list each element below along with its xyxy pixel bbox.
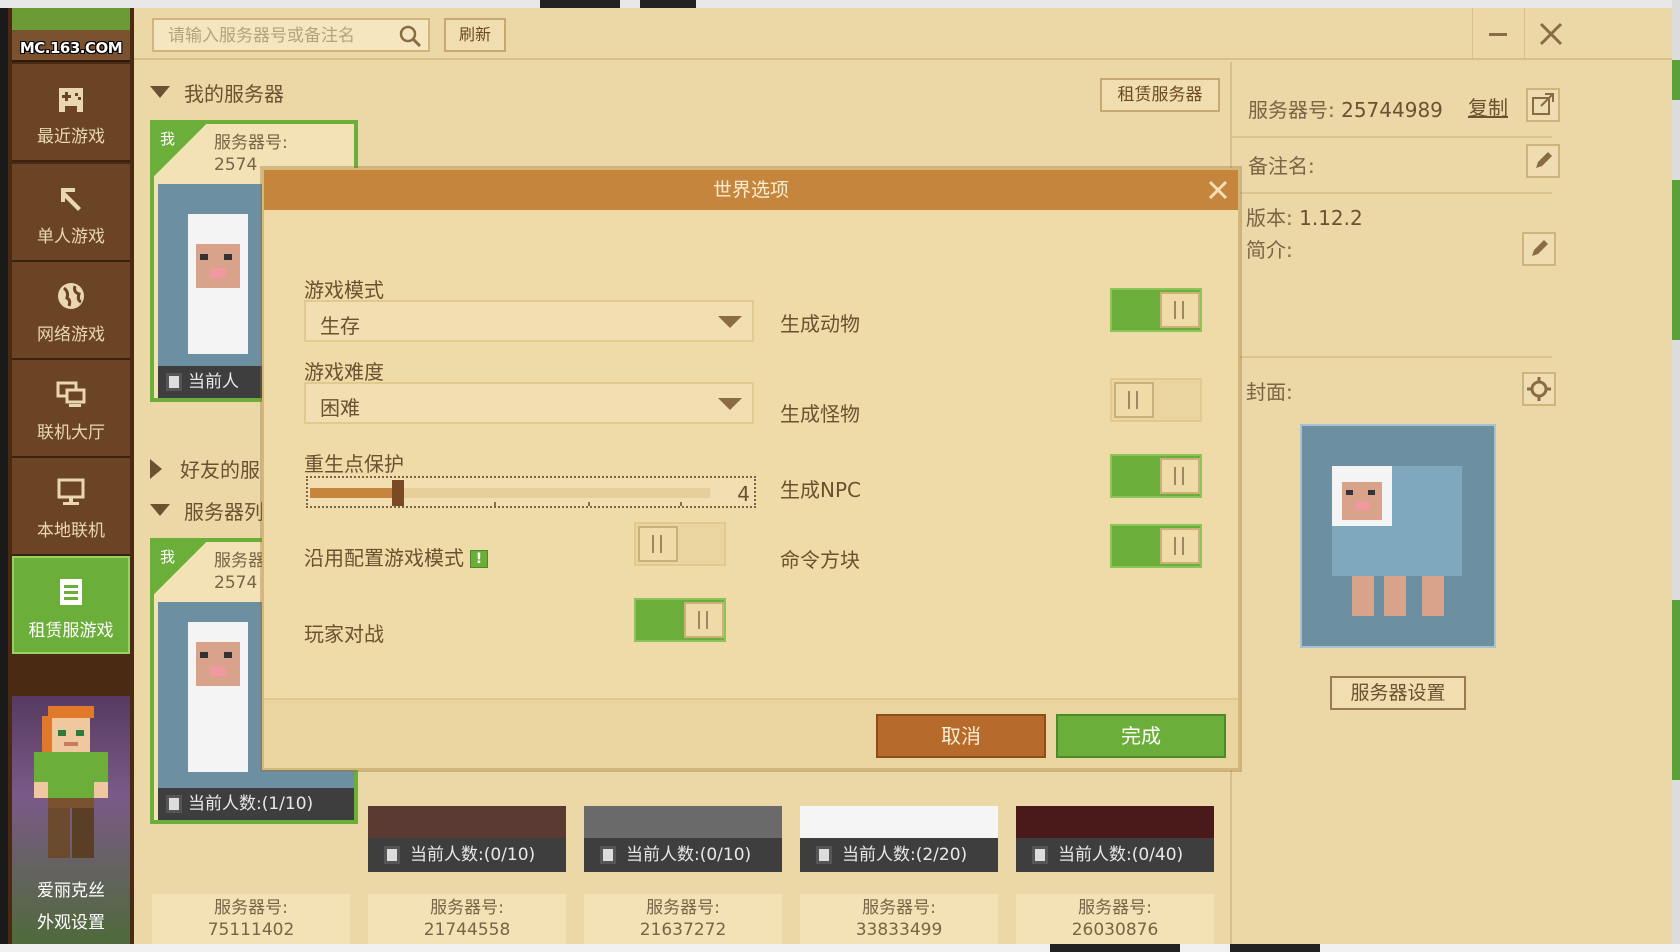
desktop-top-strip: [0, 0, 1680, 8]
spawn-animals-label: 生成动物: [780, 312, 860, 336]
toggle-knob: [1114, 382, 1154, 418]
toggle-knob: [638, 526, 678, 562]
desktop-bottom-strip: [0, 944, 1680, 952]
spawn-protection-slider[interactable]: 4: [306, 476, 756, 508]
use-config-mode-text: 沿用配置游戏模式: [304, 546, 464, 570]
slider-handle[interactable]: [392, 480, 404, 506]
slider-tick: [680, 502, 682, 506]
dialog-footer: 取消 完成: [264, 698, 1238, 768]
use-config-mode-toggle[interactable]: [634, 522, 726, 566]
dialog-header: 世界选项: [264, 170, 1238, 210]
difficulty-select[interactable]: 困难: [304, 382, 754, 424]
app-window: MC.163.COM 最近游戏 单人游戏 网络游戏 联机大厅 本地联机 租赁服游…: [8, 8, 1672, 944]
difficulty-label: 游戏难度: [304, 360, 384, 384]
world-options-dialog: 世界选项 游戏模式 生存 游戏难度 困难 重生点保护 4 沿用配置游戏模式 ! …: [262, 168, 1240, 770]
game-mode-select[interactable]: 生存: [304, 300, 754, 342]
pvp-toggle[interactable]: [634, 598, 726, 642]
use-config-mode-label: 沿用配置游戏模式!: [304, 542, 488, 571]
slider-tick: [494, 502, 496, 506]
spawn-protection-label: 重生点保护: [304, 452, 404, 476]
done-button[interactable]: 完成: [1056, 714, 1226, 758]
desktop-right-strip: [1672, 0, 1680, 952]
slider-value: 4: [737, 482, 750, 506]
spawn-monsters-toggle[interactable]: [1110, 378, 1202, 422]
command-block-toggle[interactable]: [1110, 524, 1202, 568]
slider-fill: [310, 488, 398, 498]
toggle-knob: [1160, 458, 1200, 494]
spawn-npc-label: 生成NPC: [780, 478, 861, 502]
spawn-animals-toggle[interactable]: [1110, 288, 1202, 332]
info-icon[interactable]: !: [470, 550, 488, 568]
command-block-label: 命令方块: [780, 548, 860, 572]
close-icon[interactable]: [1204, 176, 1232, 204]
toggle-knob: [1160, 528, 1200, 564]
spawn-npc-toggle[interactable]: [1110, 454, 1202, 498]
pvp-label: 玩家对战: [304, 622, 384, 646]
game-mode-value: 生存: [320, 314, 360, 338]
slider-tick: [588, 502, 590, 506]
chevron-down-icon: [718, 316, 742, 328]
toggle-knob: [684, 602, 724, 638]
spawn-monsters-label: 生成怪物: [780, 402, 860, 426]
dialog-title: 世界选项: [712, 179, 789, 201]
modal-overlay: 世界选项 游戏模式 生存 游戏难度 困难 重生点保护 4 沿用配置游戏模式 ! …: [8, 8, 1672, 944]
chevron-down-icon: [718, 398, 742, 410]
difficulty-value: 困难: [320, 396, 360, 420]
game-mode-label: 游戏模式: [304, 278, 384, 302]
toggle-knob: [1160, 292, 1200, 328]
cancel-button[interactable]: 取消: [876, 714, 1046, 758]
